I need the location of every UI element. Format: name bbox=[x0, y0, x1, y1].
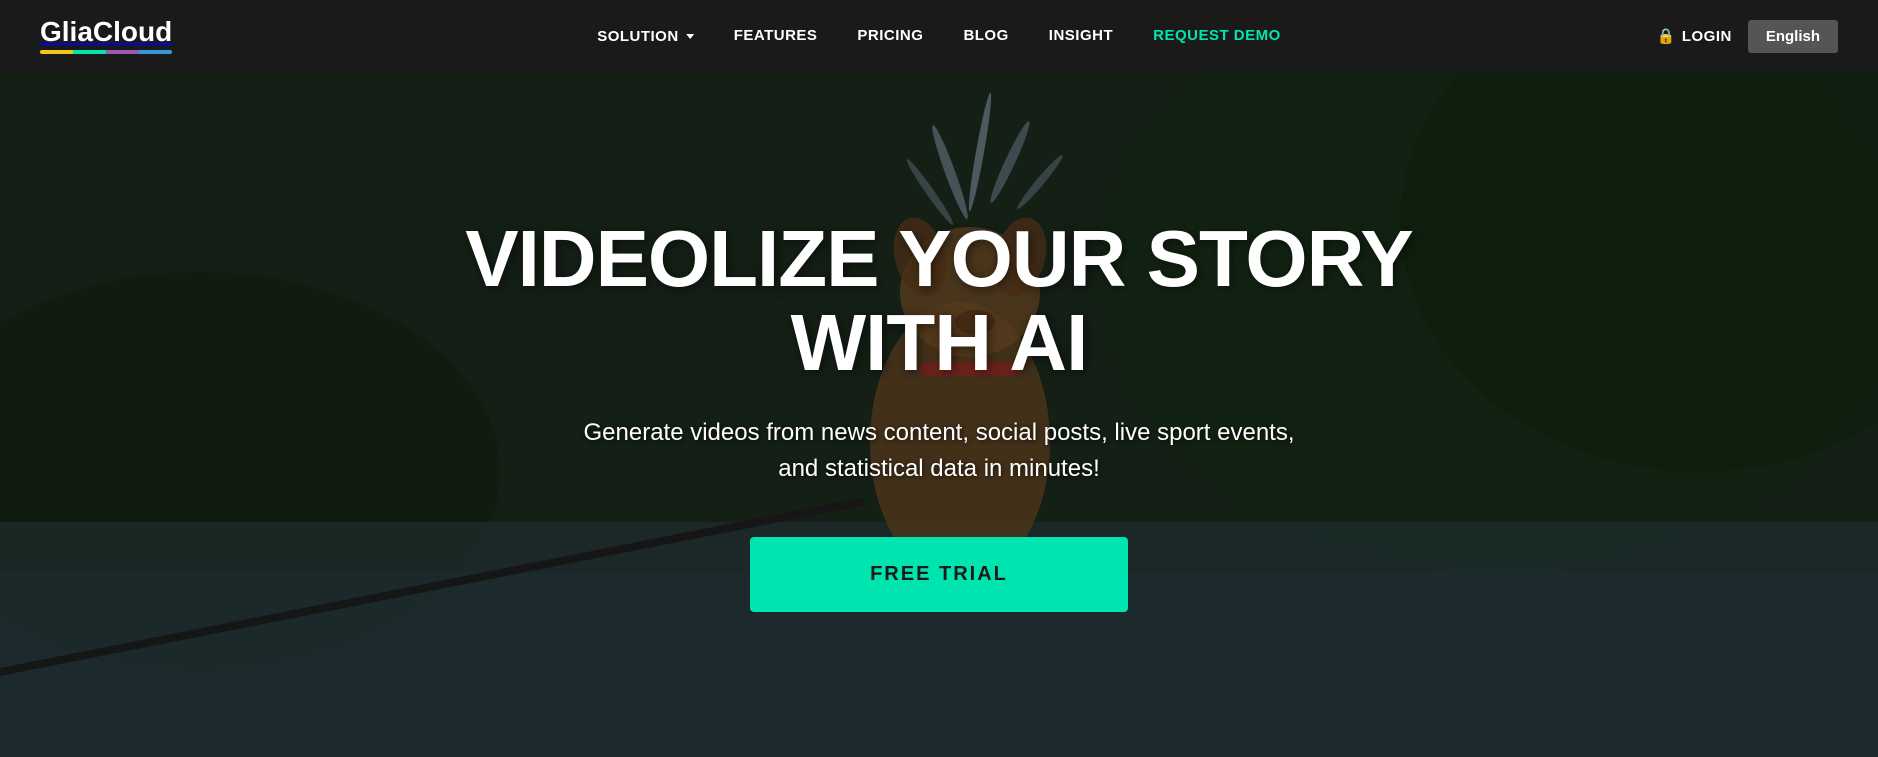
logo-underline-purple bbox=[106, 50, 139, 54]
logo-underline bbox=[40, 50, 172, 54]
nav-item-solution[interactable]: SOLUTION bbox=[597, 28, 694, 45]
login-button[interactable]: 🔒 LOGIN bbox=[1657, 27, 1732, 45]
nav-label-request-demo: REQUEST DEMO bbox=[1153, 27, 1281, 44]
logo[interactable]: GliaCloud bbox=[40, 18, 172, 54]
nav-link-solution[interactable]: SOLUTION bbox=[597, 28, 694, 45]
logo-underline-green bbox=[73, 50, 106, 54]
free-trial-button[interactable]: FREE TRIAL bbox=[750, 537, 1128, 612]
nav-label-insight: INSIGHT bbox=[1049, 27, 1113, 44]
navbar-right: 🔒 LOGIN English bbox=[1657, 20, 1838, 53]
nav-menu: SOLUTION FEATURES PRICING BLOG INSIGHT bbox=[597, 27, 1281, 45]
nav-link-pricing[interactable]: PRICING bbox=[857, 27, 923, 44]
hero-content: VIDEOLIZE YOUR STORY WITH AI Generate vi… bbox=[445, 217, 1433, 612]
logo-text: GliaCloud bbox=[40, 18, 172, 46]
nav-item-features[interactable]: FEATURES bbox=[734, 27, 818, 45]
chevron-down-icon bbox=[686, 34, 694, 39]
nav-item-insight[interactable]: INSIGHT bbox=[1049, 27, 1113, 45]
nav-item-blog[interactable]: BLOG bbox=[963, 27, 1008, 45]
login-label: LOGIN bbox=[1682, 28, 1732, 45]
lock-icon: 🔒 bbox=[1657, 27, 1676, 45]
nav-label-solution: SOLUTION bbox=[597, 28, 679, 45]
nav-label-pricing: PRICING bbox=[857, 27, 923, 44]
nav-label-blog: BLOG bbox=[963, 27, 1008, 44]
nav-link-request-demo[interactable]: REQUEST DEMO bbox=[1153, 27, 1281, 44]
nav-item-pricing[interactable]: PRICING bbox=[857, 27, 923, 45]
nav-item-request-demo[interactable]: REQUEST DEMO bbox=[1153, 27, 1281, 45]
navbar: GliaCloud SOLUTION FEATURES PRICING bbox=[0, 0, 1878, 72]
logo-underline-blue bbox=[139, 50, 172, 54]
logo-underline-yellow bbox=[40, 50, 73, 54]
hero-headline-line2: WITH AI bbox=[791, 298, 1088, 387]
hero-headline: VIDEOLIZE YOUR STORY WITH AI bbox=[465, 217, 1413, 385]
nav-link-insight[interactable]: INSIGHT bbox=[1049, 27, 1113, 44]
hero-section: VIDEOLIZE YOUR STORY WITH AI Generate vi… bbox=[0, 72, 1878, 757]
nav-link-features[interactable]: FEATURES bbox=[734, 27, 818, 44]
hero-subheadline: Generate videos from news content, socia… bbox=[465, 415, 1413, 487]
nav-link-blog[interactable]: BLOG bbox=[963, 27, 1008, 44]
hero-headline-line1: VIDEOLIZE YOUR STORY bbox=[465, 214, 1413, 303]
nav-label-features: FEATURES bbox=[734, 27, 818, 44]
language-button[interactable]: English bbox=[1748, 20, 1838, 53]
